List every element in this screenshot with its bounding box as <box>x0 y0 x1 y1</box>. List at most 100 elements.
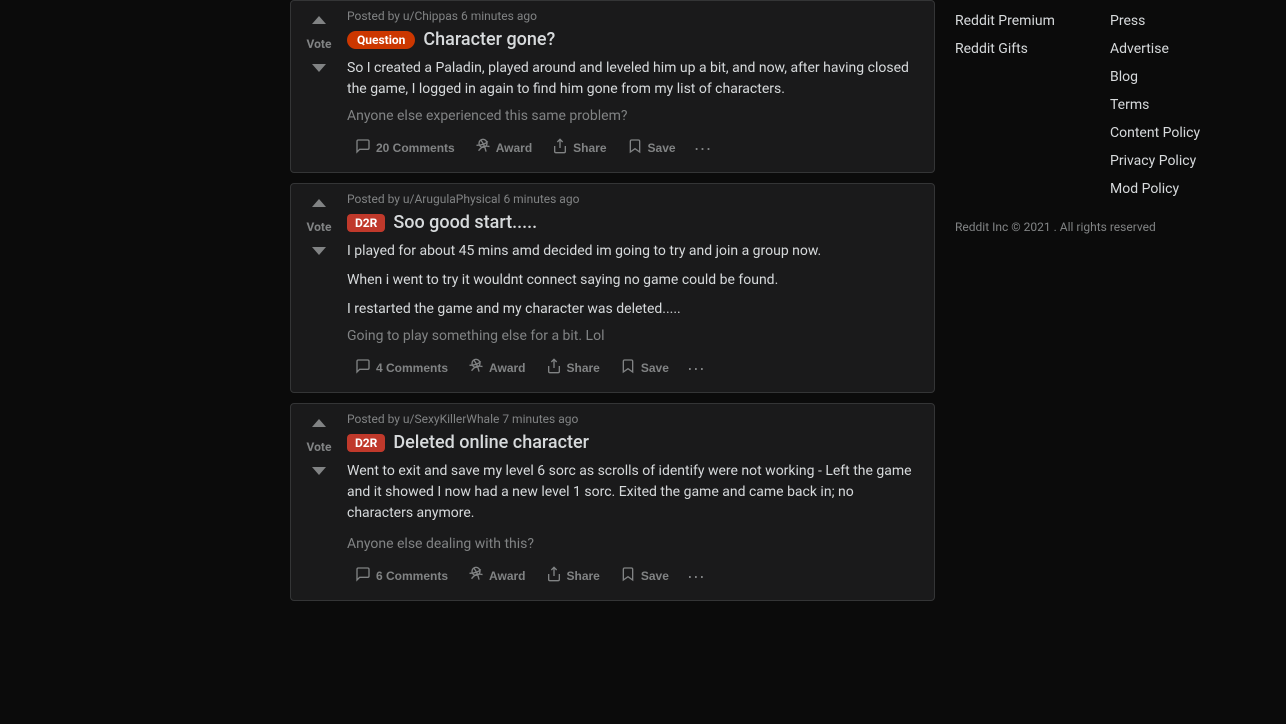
award-label-2: Award <box>489 361 525 375</box>
post-body-2c: I restarted the game and my character wa… <box>347 299 918 320</box>
share-icon-3 <box>546 566 562 586</box>
post-body-3: Went to exit and save my level 6 sorc as… <box>347 461 918 524</box>
post-content-3: Posted by u/SexyKillerWhale 7 minutes ag… <box>339 412 926 592</box>
save-label-2: Save <box>641 361 669 375</box>
sidebar-col-2: Press Advertise Blog Terms Content Polic… <box>1110 10 1265 200</box>
post-body-2a: I played for about 45 mins amd decided i… <box>347 241 918 262</box>
post-actions-1: 20 Comments Award Share <box>347 132 918 164</box>
dots-icon-2: ··· <box>687 358 705 378</box>
share-button-3[interactable]: Share <box>538 560 608 592</box>
vote-label-3: Vote <box>307 440 332 454</box>
vote-column-1: Vote <box>299 9 339 164</box>
terms-link[interactable]: Terms <box>1110 94 1265 116</box>
comments-label-1: 20 Comments <box>376 141 455 155</box>
comments-button-1[interactable]: 20 Comments <box>347 132 463 164</box>
post-title-row-2: D2R Soo good start..... <box>347 212 918 233</box>
save-button-2[interactable]: Save <box>612 352 677 384</box>
left-spacer <box>0 0 290 724</box>
save-icon-2 <box>620 358 636 378</box>
award-icon-2 <box>468 358 484 378</box>
post-title-2[interactable]: Soo good start..... <box>393 212 537 233</box>
more-button-3[interactable]: ··· <box>681 562 711 591</box>
comments-button-3[interactable]: 6 Comments <box>347 560 456 592</box>
share-label-1: Share <box>573 141 606 155</box>
more-button-2[interactable]: ··· <box>681 354 711 383</box>
vote-column-2: Vote <box>299 192 339 384</box>
comment-icon-1 <box>355 138 371 158</box>
post-flair-2: D2R <box>347 214 385 232</box>
main-feed: Vote Posted by u/Chippas 6 minutes ago Q… <box>290 0 935 724</box>
post-flair-3: D2R <box>347 434 385 452</box>
dots-icon-1: ··· <box>694 138 712 158</box>
post-subtext-2: Going to play something else for a bit. … <box>347 328 918 344</box>
more-button-1[interactable]: ··· <box>688 134 718 163</box>
sidebar-col-1: Reddit Premium Reddit Gifts <box>955 10 1110 200</box>
post-content-1: Posted by u/Chippas 6 minutes ago Questi… <box>339 9 926 164</box>
save-label-1: Save <box>648 141 676 155</box>
dots-icon-3: ··· <box>687 566 705 586</box>
content-policy-link[interactable]: Content Policy <box>1110 122 1265 144</box>
post-meta-1: Posted by u/Chippas 6 minutes ago <box>347 9 918 23</box>
award-label-1: Award <box>496 141 532 155</box>
award-icon-3 <box>468 566 484 586</box>
reddit-premium-link[interactable]: Reddit Premium <box>955 10 1110 32</box>
privacy-policy-link[interactable]: Privacy Policy <box>1110 150 1265 172</box>
downvote-button-1[interactable] <box>309 55 329 75</box>
sidebar-links: Reddit Premium Reddit Gifts Press Advert… <box>955 10 1265 200</box>
post-subtext-3: Anyone else dealing with this? <box>347 536 918 552</box>
comment-icon-3 <box>355 566 371 586</box>
award-icon-1 <box>475 138 491 158</box>
vote-column-3: Vote <box>299 412 339 592</box>
post-flair-1: Question <box>347 31 415 49</box>
save-button-3[interactable]: Save <box>612 560 677 592</box>
upvote-button-3[interactable] <box>309 416 329 436</box>
downvote-button-2[interactable] <box>309 238 329 258</box>
award-button-3[interactable]: Award <box>460 560 533 592</box>
save-button-1[interactable]: Save <box>619 132 684 164</box>
comments-label-3: 6 Comments <box>376 569 448 583</box>
post-subtext-1: Anyone else experienced this same proble… <box>347 108 918 124</box>
downvote-button-3[interactable] <box>309 458 329 478</box>
share-button-1[interactable]: Share <box>544 132 614 164</box>
sidebar-footer: Reddit Inc © 2021 . All rights reserved <box>955 220 1265 234</box>
save-icon-1 <box>627 138 643 158</box>
vote-label-1: Vote <box>307 37 332 51</box>
award-label-3: Award <box>489 569 525 583</box>
award-button-2[interactable]: Award <box>460 352 533 384</box>
post-title-1[interactable]: Character gone? <box>423 29 555 50</box>
comment-icon-2 <box>355 358 371 378</box>
post-meta-2: Posted by u/ArugulaPhysical 6 minutes ag… <box>347 192 918 206</box>
post-actions-3: 6 Comments Award Share <box>347 560 918 592</box>
post-title-row-1: Question Character gone? <box>347 29 918 50</box>
page-container: Vote Posted by u/Chippas 6 minutes ago Q… <box>0 0 1286 724</box>
post-card-3: Vote Posted by u/SexyKillerWhale 7 minut… <box>290 403 935 601</box>
save-icon-3 <box>620 566 636 586</box>
upvote-button-2[interactable] <box>309 196 329 216</box>
reddit-gifts-link[interactable]: Reddit Gifts <box>955 38 1110 60</box>
post-actions-2: 4 Comments Award Share <box>347 352 918 384</box>
post-title-3[interactable]: Deleted online character <box>393 432 589 453</box>
post-meta-3: Posted by u/SexyKillerWhale 7 minutes ag… <box>347 412 918 426</box>
share-icon-2 <box>546 358 562 378</box>
upvote-button-1[interactable] <box>309 13 329 33</box>
post-body-1: So I created a Paladin, played around an… <box>347 58 918 100</box>
post-card-2: Vote Posted by u/ArugulaPhysical 6 minut… <box>290 183 935 393</box>
comments-label-2: 4 Comments <box>376 361 448 375</box>
share-label-3: Share <box>567 569 600 583</box>
award-button-1[interactable]: Award <box>467 132 540 164</box>
post-body-2b: When i went to try it wouldnt connect sa… <box>347 270 918 291</box>
advertise-link[interactable]: Advertise <box>1110 38 1265 60</box>
sidebar: Reddit Premium Reddit Gifts Press Advert… <box>935 0 1285 724</box>
save-label-3: Save <box>641 569 669 583</box>
blog-link[interactable]: Blog <box>1110 66 1265 88</box>
share-label-2: Share <box>567 361 600 375</box>
post-content-2: Posted by u/ArugulaPhysical 6 minutes ag… <box>339 192 926 384</box>
post-card-1: Vote Posted by u/Chippas 6 minutes ago Q… <box>290 0 935 173</box>
post-title-row-3: D2R Deleted online character <box>347 432 918 453</box>
press-link[interactable]: Press <box>1110 10 1265 32</box>
share-icon-1 <box>552 138 568 158</box>
mod-policy-link[interactable]: Mod Policy <box>1110 178 1265 200</box>
share-button-2[interactable]: Share <box>538 352 608 384</box>
vote-label-2: Vote <box>307 220 332 234</box>
comments-button-2[interactable]: 4 Comments <box>347 352 456 384</box>
